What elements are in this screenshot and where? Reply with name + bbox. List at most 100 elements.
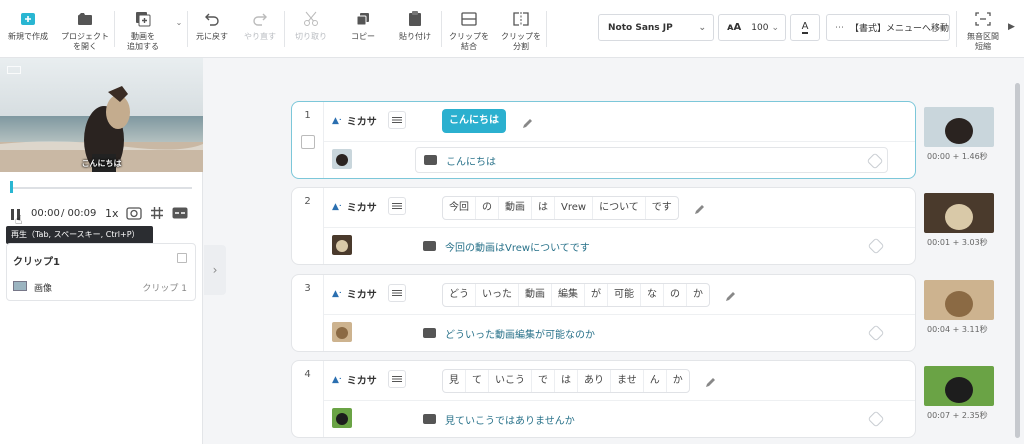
external-link-icon[interactable] xyxy=(177,253,187,263)
copy-button[interactable]: コピー xyxy=(337,0,389,42)
word-chip[interactable]: の xyxy=(476,197,499,219)
preview-caption: こんにちは xyxy=(81,159,122,168)
clip-row[interactable]: 1 ▲ᐧ ミカサ こんにちは こんにちは xyxy=(291,101,916,179)
format-menu-button[interactable]: ⋯ 【書式】メニューへ移動 xyxy=(826,14,950,41)
row-divider xyxy=(324,227,915,228)
cut-button[interactable]: 切り取り xyxy=(285,0,337,42)
split-clip-button[interactable]: クリップを 分割 xyxy=(496,0,546,52)
word-chip[interactable]: あり xyxy=(578,370,611,392)
paste-button[interactable]: 貼り付け xyxy=(389,0,441,42)
chevron-right-icon: › xyxy=(212,263,218,277)
clip-preview-thumbnail[interactable] xyxy=(924,280,994,320)
edit-icon[interactable] xyxy=(724,288,738,302)
word-chip[interactable]: 編集 xyxy=(552,284,585,306)
clip-number: 2 xyxy=(292,188,324,264)
undo-button[interactable]: 元に戻す xyxy=(188,0,236,42)
link-icon[interactable] xyxy=(866,152,884,170)
word-chip[interactable]: いった xyxy=(476,284,519,306)
clip-number: 4 xyxy=(292,361,324,437)
word-chip[interactable]: 今回 xyxy=(443,197,476,219)
merge-clip-button[interactable]: クリップを 結合 xyxy=(442,0,496,52)
edit-icon[interactable] xyxy=(704,374,718,388)
word-chip[interactable]: 動画 xyxy=(499,197,532,219)
grid-icon[interactable] xyxy=(150,206,164,220)
seek-bar[interactable] xyxy=(10,187,192,189)
word-chip[interactable]: は xyxy=(532,197,555,219)
subtitle-line[interactable]: どういった動画編集が可能なのか xyxy=(415,320,888,346)
clip-properties-panel: クリップ1 画像 クリップ 1 xyxy=(6,243,196,301)
word-chip[interactable]: について xyxy=(593,197,646,219)
word-chip[interactable]: こんにちは xyxy=(442,109,506,133)
clip-thumbnail[interactable] xyxy=(332,408,352,428)
word-chip[interactable]: か xyxy=(667,370,689,392)
video-preview[interactable]: こんにちは xyxy=(0,58,203,172)
word-chip[interactable]: どう xyxy=(443,284,476,306)
toolbar-scroll-right-icon[interactable]: ▶ xyxy=(1008,22,1015,32)
voice-settings-button[interactable] xyxy=(388,111,406,129)
word-chip[interactable]: て xyxy=(466,370,489,392)
subtitle-toggle-icon[interactable] xyxy=(172,207,188,219)
link-icon[interactable] xyxy=(867,237,885,255)
word-chip[interactable]: の xyxy=(664,284,687,306)
scrollbar[interactable] xyxy=(1015,83,1020,438)
word-chip[interactable]: Vrew xyxy=(555,197,594,219)
link-icon[interactable] xyxy=(867,324,885,342)
subtitle-line[interactable]: こんにちは xyxy=(415,147,888,173)
clip-checkbox[interactable] xyxy=(301,135,315,149)
word-chip[interactable]: は xyxy=(555,370,578,392)
chevron-down-icon: ⌄ xyxy=(771,22,779,33)
font-color-button[interactable]: A xyxy=(790,14,820,41)
word-chip[interactable]: 見 xyxy=(443,370,466,392)
word-chip[interactable]: いこう xyxy=(489,370,532,392)
voice-settings-button[interactable] xyxy=(388,197,406,215)
speaker-label[interactable]: ▲ᐧ ミカサ xyxy=(332,199,377,215)
word-chip[interactable]: か xyxy=(687,284,709,306)
preview-mode-icon[interactable] xyxy=(7,66,21,74)
subtitle-icon xyxy=(424,155,437,165)
word-chip[interactable]: ん xyxy=(644,370,667,392)
word-chip[interactable]: です xyxy=(646,197,678,219)
new-project-button[interactable]: 新規で作成 xyxy=(0,0,56,42)
word-chip[interactable]: で xyxy=(532,370,555,392)
clip-thumbnail[interactable] xyxy=(332,235,352,255)
clip-timecode: 00:00 + 1.46秒 xyxy=(927,152,988,161)
word-chip[interactable]: が xyxy=(585,284,608,306)
voice-settings-button[interactable] xyxy=(388,370,406,388)
speaker-label[interactable]: ▲ᐧ ミカサ xyxy=(332,286,377,302)
add-video-button[interactable]: 動画を 追加する xyxy=(115,0,171,52)
clip-preview-thumbnail[interactable] xyxy=(924,107,994,147)
redo-button[interactable]: やり直す xyxy=(236,0,284,42)
clip-preview-thumbnail[interactable] xyxy=(924,193,994,233)
subtitle-line[interactable]: 今回の動画はVrewについてです xyxy=(415,233,888,259)
collapse-panel-button[interactable]: › xyxy=(204,245,226,295)
font-size-select[interactable]: ᴀA 100 ⌄ xyxy=(718,14,786,41)
clip-row[interactable]: 4 ▲ᐧ ミカサ 見ていこうではあり ませんか 見ていこうではありませんか xyxy=(291,360,916,438)
word-chip[interactable]: ませ xyxy=(611,370,644,392)
clip-panel-title: クリップ1 xyxy=(13,257,60,268)
voice-settings-button[interactable] xyxy=(388,284,406,302)
edit-icon[interactable] xyxy=(693,201,707,215)
font-size-icon: ᴀA xyxy=(727,22,742,33)
subtitle-line[interactable]: 見ていこうではありませんか xyxy=(415,406,888,432)
word-chip[interactable]: な xyxy=(641,284,664,306)
folder-icon xyxy=(76,10,94,28)
word-chips: 見ていこうではあり ませんか xyxy=(442,369,690,393)
seek-handle[interactable] xyxy=(10,181,13,193)
link-icon[interactable] xyxy=(867,410,885,428)
word-chip[interactable]: 可能 xyxy=(608,284,641,306)
speaker-label[interactable]: ▲ᐧ ミカサ xyxy=(332,372,377,388)
font-select[interactable]: Noto Sans JP ⌄ xyxy=(598,14,714,41)
word-chip[interactable]: 動画 xyxy=(519,284,552,306)
add-video-dropdown[interactable]: ⌄ xyxy=(171,0,187,28)
playback-speed[interactable]: 1x xyxy=(105,207,119,220)
clip-row[interactable]: 3 ▲ᐧ ミカサ どう いった 動画 編集が可能なのか どういった動画編集が可能なのか xyxy=(291,274,916,352)
clip-thumbnail[interactable] xyxy=(332,149,352,169)
clip-row[interactable]: 2 ▲ᐧ ミカサ 今回の動画は Vrew について です 今回の動画はVrewについて… xyxy=(291,187,916,265)
open-project-button[interactable]: プロジェクト を開く xyxy=(56,0,114,52)
shorten-silence-button[interactable]: 無音区間 短縮 xyxy=(960,0,1006,52)
speaker-label[interactable]: ▲ᐧ ミカサ xyxy=(332,113,377,129)
screenshot-icon[interactable] xyxy=(126,206,142,220)
edit-icon[interactable] xyxy=(521,115,535,129)
clip-thumbnail[interactable] xyxy=(332,322,352,342)
clip-preview-thumbnail[interactable] xyxy=(924,366,994,406)
